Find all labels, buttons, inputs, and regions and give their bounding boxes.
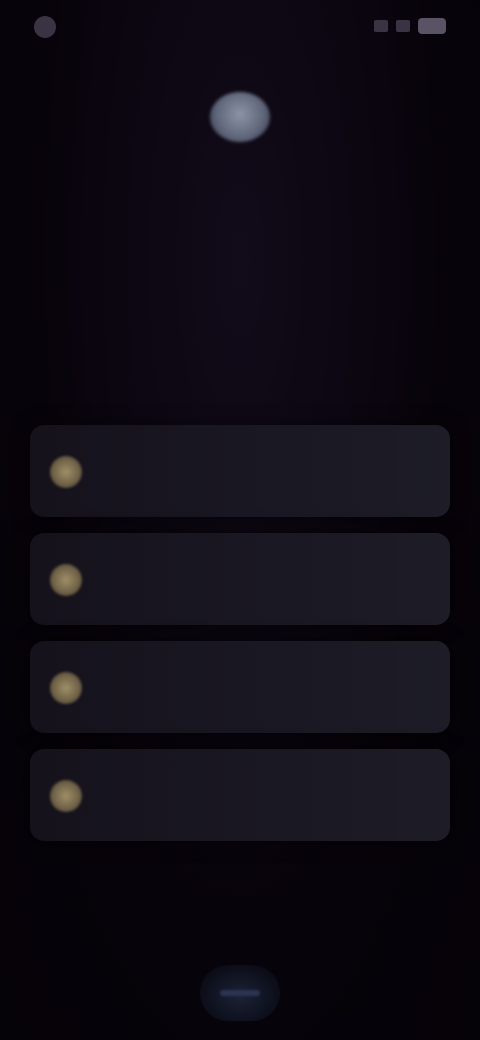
option-icon [50, 672, 82, 704]
status-bar [0, 0, 480, 56]
continue-icon [220, 990, 260, 996]
option-icon [50, 456, 82, 488]
profile-avatar-icon [210, 92, 270, 142]
option-item-1[interactable] [30, 425, 450, 517]
option-item-4[interactable] [30, 749, 450, 841]
option-icon [50, 780, 82, 812]
options-list [30, 425, 450, 857]
screen [0, 0, 480, 1040]
option-icon [50, 564, 82, 596]
status-dot-icon [34, 16, 56, 38]
battery-icon [418, 18, 446, 34]
continue-button[interactable] [200, 965, 280, 1021]
signal-icon [374, 20, 388, 32]
wifi-icon [396, 20, 410, 32]
option-item-2[interactable] [30, 533, 450, 625]
status-left [34, 16, 66, 38]
status-right [374, 18, 446, 34]
option-item-3[interactable] [30, 641, 450, 733]
